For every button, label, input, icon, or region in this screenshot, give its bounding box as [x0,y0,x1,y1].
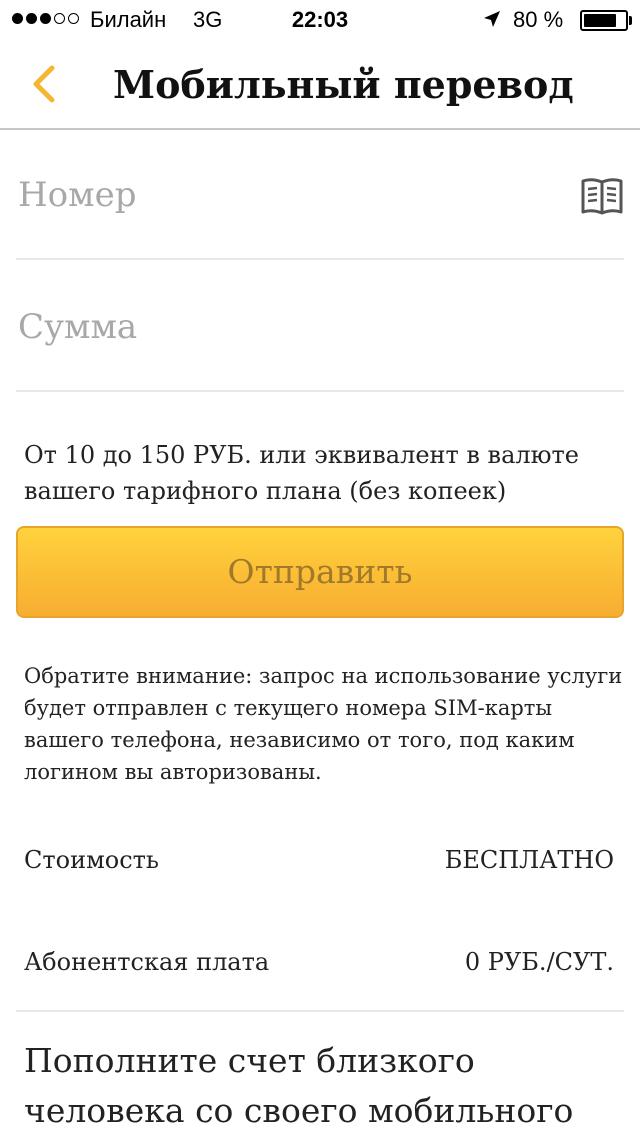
location-arrow-icon [484,11,500,27]
cost-label: Стоимость [24,846,159,874]
battery-icon [580,10,628,31]
chevron-left-icon [33,65,55,103]
send-button[interactable]: Отправить [16,526,624,618]
fee-label: Абонентская плата [24,948,270,976]
amount-input[interactable] [18,302,558,352]
divider [16,1010,624,1012]
page-title: Мобильный перевод [113,62,574,107]
amount-field [16,262,624,392]
notice-text: Обратите внимание: запрос на использован… [24,664,623,784]
fee-row: Абонентская плата 0 РУБ./СУТ. [24,948,614,988]
phone-number-field [16,130,624,260]
back-button[interactable] [20,56,70,112]
amount-hint: От 10 до 150 РУБ. или эквивалент в валют… [24,441,579,505]
navigation-header: Мобильный перевод [0,40,640,130]
phone-number-input[interactable] [18,170,558,220]
open-book-icon [581,178,623,215]
cost-value: БЕСПЛАТНО [444,846,614,874]
phonebook-icon[interactable] [580,174,624,218]
battery-percent: 80 % [513,7,564,32]
status-bar: Билайн 3G 22:03 80 % [0,0,640,40]
cost-row: Стоимость БЕСПЛАТНО [24,846,614,886]
promo-heading[interactable]: Пополните счет близкого человека со свое… [24,1036,620,1136]
battery-tip [629,16,632,25]
fee-value: 0 РУБ./СУТ. [464,948,614,976]
battery-level [584,14,616,27]
